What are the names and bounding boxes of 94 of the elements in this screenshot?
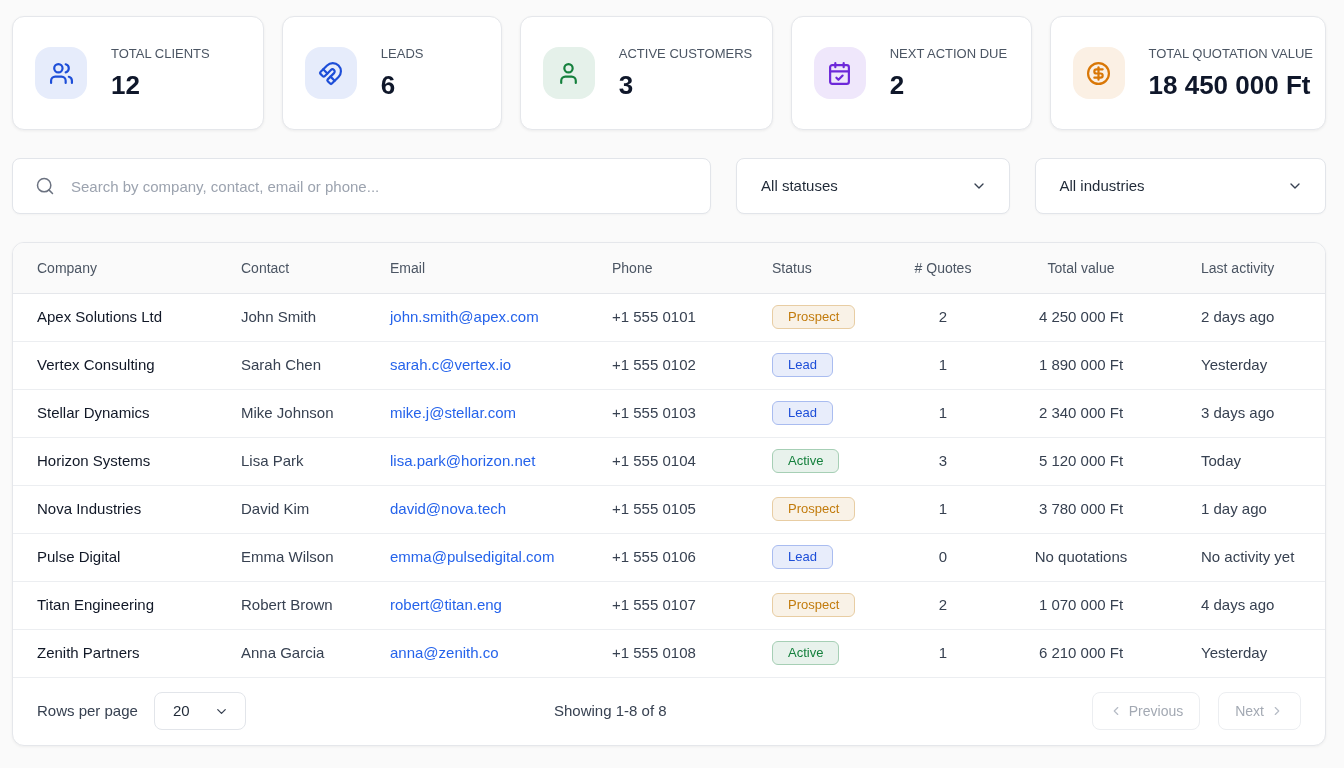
- stat-value: 6: [380, 69, 397, 101]
- phone-number: +1 555 0103: [612, 403, 696, 421]
- column-header: Total value: [1047, 259, 1115, 276]
- column-header: Phone: [612, 259, 653, 276]
- status-tag: Lead: [772, 353, 833, 377]
- column-header: Contact: [241, 259, 290, 276]
- rows-per-page-select[interactable]: 20: [153, 692, 246, 730]
- phone-number: +1 555 0106: [612, 547, 696, 565]
- calendar-icon: [813, 47, 866, 99]
- last-activity: Today: [1201, 451, 1242, 469]
- rows-per-page-label: Rows per page: [37, 700, 138, 721]
- email-link[interactable]: lisa.park@horizon.net: [390, 451, 536, 469]
- last-activity: 2 days ago: [1201, 307, 1275, 325]
- status-tag: Prospect: [772, 497, 856, 521]
- last-activity: 1 day ago: [1201, 499, 1267, 517]
- company-name: Titan Engineering: [37, 595, 155, 613]
- total-value: 5 120 000 Ft: [1038, 451, 1124, 469]
- column-header: Last activity: [1201, 259, 1275, 276]
- search-field[interactable]: Search by company, contact, email or phone...: [12, 158, 712, 214]
- total-value: 4 250 000 Ft: [1038, 307, 1124, 325]
- quote-count: 2: [938, 595, 948, 613]
- status-tag: Lead: [772, 401, 833, 425]
- users-icon: [35, 47, 87, 99]
- total-value: 3 780 000 Ft: [1038, 499, 1124, 517]
- email-link[interactable]: anna@zenith.co: [390, 643, 499, 661]
- stat-label: ACTIVE CUSTOMERS: [618, 45, 753, 63]
- company-name: Stellar Dynamics: [37, 403, 150, 421]
- total-value: No quotations: [1034, 547, 1128, 565]
- contact-name: John Smith: [241, 307, 317, 325]
- contact-name: Sarah Chen: [241, 355, 322, 373]
- company-name: Nova Industries: [37, 499, 142, 517]
- quote-count: 2: [938, 307, 948, 325]
- company-name: Zenith Partners: [37, 643, 140, 661]
- magnet-icon: [304, 47, 357, 99]
- quote-count: 1: [938, 499, 948, 517]
- company-name: Vertex Consulting: [37, 355, 155, 373]
- last-activity: Yesterday: [1201, 355, 1268, 373]
- status-tag: Prospect: [772, 593, 856, 617]
- status-tag: Prospect: [772, 305, 856, 329]
- phone-number: +1 555 0108: [612, 643, 696, 661]
- stat-label: TOTAL CLIENTS: [111, 45, 210, 63]
- phone-number: +1 555 0107: [612, 595, 696, 613]
- last-activity: 4 days ago: [1201, 595, 1275, 613]
- email-link[interactable]: john.smith@apex.com: [390, 307, 539, 325]
- last-activity: No activity yet: [1201, 547, 1295, 565]
- total-value: 2 340 000 Ft: [1038, 403, 1124, 421]
- status-tag: Active: [772, 449, 840, 473]
- email-link[interactable]: emma@pulsedigital.com: [390, 547, 555, 565]
- stat-label: TOTAL QUOTATION VALUE: [1148, 45, 1313, 63]
- column-header: # Quotes: [914, 259, 972, 276]
- stat-value: 12: [111, 69, 141, 101]
- total-value: 6 210 000 Ft: [1038, 643, 1124, 661]
- phone-number: +1 555 0102: [612, 355, 696, 373]
- company-name: Apex Solutions Ltd: [37, 307, 163, 325]
- phone-number: +1 555 0101: [612, 307, 696, 325]
- dollar-coin-icon: [1072, 47, 1125, 99]
- total-value: 1 890 000 Ft: [1038, 355, 1124, 373]
- company-name: Horizon Systems: [37, 451, 151, 469]
- status-filter[interactable]: All statuses: [736, 158, 1010, 214]
- last-activity: 3 days ago: [1201, 403, 1275, 421]
- quote-count: 3: [938, 451, 948, 469]
- email-link[interactable]: david@nova.tech: [390, 499, 507, 517]
- stat-value: 2: [889, 69, 906, 101]
- contact-name: David Kim: [241, 499, 310, 517]
- email-link[interactable]: sarah.c@vertex.io: [390, 355, 512, 373]
- user-icon: [542, 47, 595, 99]
- quote-count: 0: [938, 547, 948, 565]
- email-link[interactable]: mike.j@stellar.com: [390, 403, 517, 421]
- contact-name: Lisa Park: [241, 451, 304, 469]
- total-value: 1 070 000 Ft: [1038, 595, 1124, 613]
- search-icon: [35, 176, 55, 196]
- status-tag: Lead: [772, 545, 833, 569]
- contact-name: Emma Wilson: [241, 547, 334, 565]
- pagination-summary: Showing 1-8 of 8: [554, 700, 667, 721]
- stat-label: LEADS: [380, 45, 424, 63]
- phone-number: +1 555 0105: [612, 499, 696, 517]
- contact-name: Mike Johnson: [241, 403, 334, 421]
- stat-label: NEXT ACTION DUE: [889, 45, 1008, 63]
- quote-count: 1: [938, 403, 948, 421]
- quote-count: 1: [938, 643, 948, 661]
- stat-value: 18 450 000 Ft: [1148, 69, 1312, 101]
- column-header: Company: [37, 259, 97, 276]
- last-activity: Yesterday: [1201, 643, 1268, 661]
- company-name: Pulse Digital: [37, 547, 121, 565]
- contact-name: Anna Garcia: [241, 643, 325, 661]
- column-header: Email: [390, 259, 425, 276]
- column-header: Status: [772, 259, 812, 276]
- phone-number: +1 555 0104: [612, 451, 696, 469]
- email-link[interactable]: robert@titan.eng: [390, 595, 502, 613]
- status-tag: Active: [772, 641, 840, 665]
- industry-filter[interactable]: All industries: [1034, 158, 1326, 214]
- contact-name: Robert Brown: [241, 595, 333, 613]
- stat-value: 3: [618, 69, 635, 101]
- quote-count: 1: [938, 355, 948, 373]
